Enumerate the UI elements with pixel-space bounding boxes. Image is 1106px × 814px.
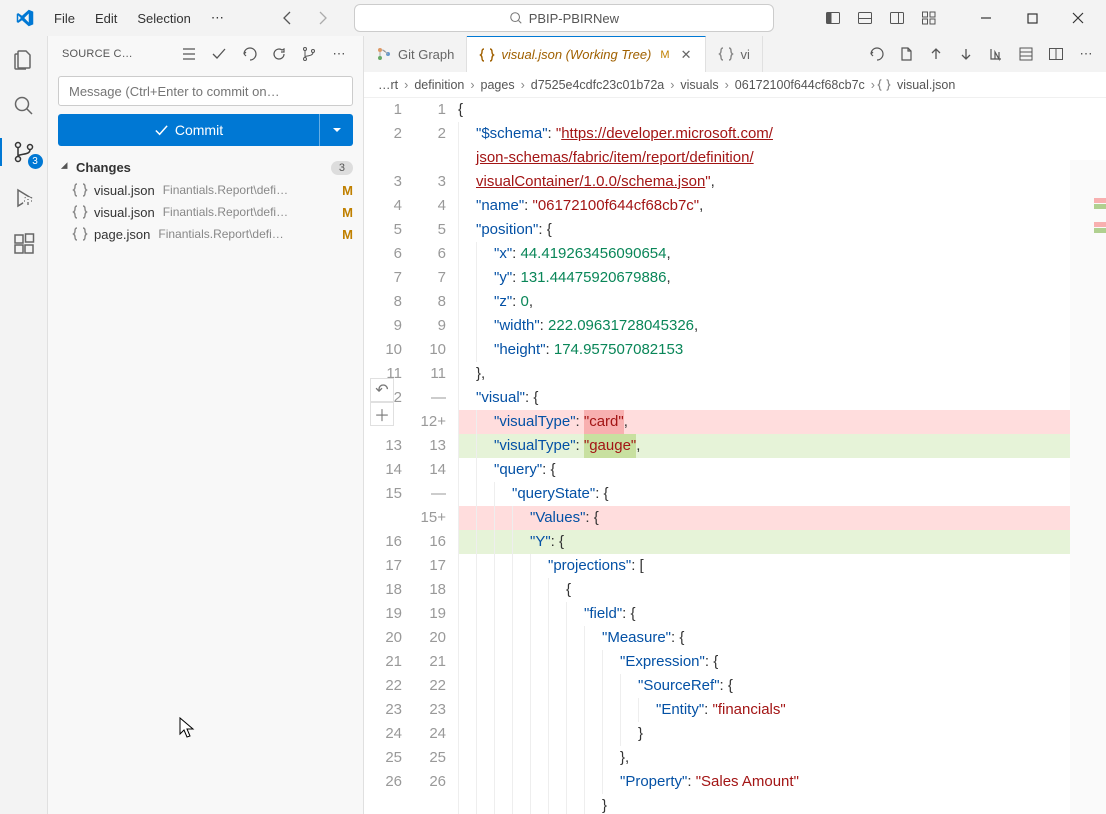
json-file-icon	[72, 204, 88, 220]
tab-git-graph[interactable]: Git Graph	[364, 36, 467, 72]
commit-message-input[interactable]	[58, 76, 353, 106]
window-close[interactable]	[1056, 0, 1100, 36]
command-center-text: PBIP-PBIRNew	[529, 11, 619, 26]
more-actions-icon[interactable]: ⋯	[1072, 40, 1100, 68]
json-file-icon	[72, 226, 88, 242]
run-debug-icon[interactable]	[10, 184, 38, 212]
source-control-icon[interactable]: 3	[10, 138, 38, 166]
titlebar: File Edit Selection ⋯ PBIP-PBIRNew	[0, 0, 1106, 36]
editor-tabs: Git Graph visual.json (Working Tree) M ✕…	[364, 36, 1106, 72]
tab-visual-json-working[interactable]: visual.json (Working Tree) M ✕	[467, 36, 706, 72]
menu-file[interactable]: File	[44, 7, 85, 30]
stage-change-icon[interactable]: ＋	[370, 402, 394, 426]
changes-header[interactable]: Changes 3	[48, 156, 363, 179]
changed-file-item[interactable]: page.jsonFinantials.Report\defi…M	[48, 223, 363, 245]
split-right-icon[interactable]	[1042, 40, 1070, 68]
nav-forward-icon[interactable]	[308, 4, 336, 32]
scm-badge: 3	[28, 154, 43, 169]
layout-controls	[818, 4, 944, 32]
changes-count: 3	[331, 161, 353, 175]
menu-overflow[interactable]: ⋯	[201, 6, 234, 30]
vscode-logo-icon	[14, 7, 36, 29]
changed-file-item[interactable]: visual.jsonFinantials.Report\defi…M	[48, 201, 363, 223]
commit-dropdown[interactable]	[319, 114, 353, 146]
layout-customize-icon[interactable]	[914, 4, 944, 32]
view-as-tree-icon[interactable]	[177, 42, 201, 66]
diff-editor[interactable]: 1234567891011121314151617181920212223242…	[364, 98, 1106, 814]
whitespace-icon[interactable]	[982, 40, 1010, 68]
next-change-icon[interactable]	[952, 40, 980, 68]
breadcrumb[interactable]: …rt› definition› pages› d7525e4cdfc23c01…	[364, 72, 1106, 98]
tab-other[interactable]: vi	[706, 36, 762, 72]
command-center[interactable]: PBIP-PBIRNew	[354, 4, 774, 32]
more-icon[interactable]: ⋯	[327, 42, 351, 66]
search-icon[interactable]	[10, 92, 38, 120]
extensions-icon[interactable]	[10, 230, 38, 258]
refresh-icon[interactable]	[267, 42, 291, 66]
layout-panel-icon[interactable]	[850, 4, 880, 32]
scm-sidebar: SOURCE C… ⋯ Commit Changes 3 visual.json…	[48, 36, 364, 814]
prev-change-icon[interactable]	[922, 40, 950, 68]
layout-sidebar-right-icon[interactable]	[882, 4, 912, 32]
undo-icon[interactable]	[237, 42, 261, 66]
json-file-icon	[72, 182, 88, 198]
nav-back-icon[interactable]	[274, 4, 302, 32]
diff-revert-controls: ↶ ＋	[370, 378, 394, 426]
commit-button[interactable]: Commit	[58, 114, 319, 146]
menu-edit[interactable]: Edit	[85, 7, 127, 30]
minimap[interactable]	[1070, 160, 1106, 814]
menu-selection[interactable]: Selection	[127, 7, 200, 30]
open-file-icon[interactable]	[892, 40, 920, 68]
activity-bar: 3	[0, 36, 48, 814]
window-minimize[interactable]	[964, 0, 1008, 36]
explorer-icon[interactable]	[10, 46, 38, 74]
changed-file-item[interactable]: visual.jsonFinantials.Report\defi…M	[48, 179, 363, 201]
sidebar-title: SOURCE C…	[62, 48, 177, 60]
close-tab-icon[interactable]: ✕	[679, 47, 694, 63]
branch-icon[interactable]	[297, 42, 321, 66]
discard-changes-icon[interactable]	[862, 40, 890, 68]
inline-diff-icon[interactable]	[1012, 40, 1040, 68]
commit-check-icon[interactable]	[207, 42, 231, 66]
revert-change-icon[interactable]: ↶	[370, 378, 394, 402]
layout-sidebar-left-icon[interactable]	[818, 4, 848, 32]
window-maximize[interactable]	[1010, 0, 1054, 36]
